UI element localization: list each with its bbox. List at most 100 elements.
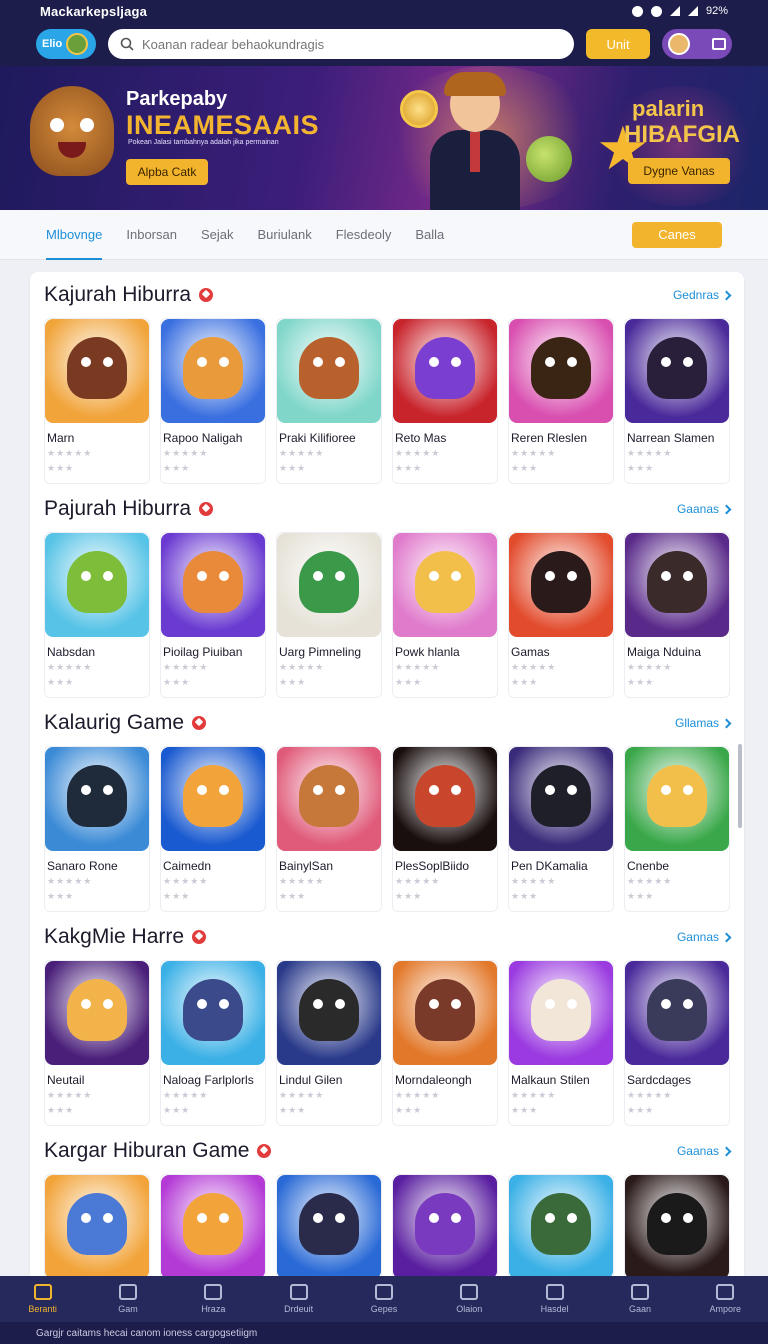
game-tile[interactable]: ★★★★★★★★ bbox=[624, 1174, 730, 1276]
game-tile[interactable]: Malkaun Stilen ★★★★★ ★★★ bbox=[508, 960, 614, 1126]
see-all-link[interactable]: Gaanas bbox=[677, 1144, 732, 1158]
game-thumbnail[interactable] bbox=[509, 1175, 613, 1276]
game-thumbnail[interactable] bbox=[625, 961, 729, 1065]
game-tile[interactable]: Lindul Gilen ★★★★★ ★★★ bbox=[276, 960, 382, 1126]
game-tile[interactable]: Caimedn ★★★★★ ★★★ bbox=[160, 746, 266, 912]
game-tile[interactable]: ★★★★★★★★ bbox=[276, 1174, 382, 1276]
app-logo[interactable]: Elio bbox=[36, 29, 96, 59]
see-all-link[interactable]: Gllamas bbox=[675, 716, 732, 730]
heart-icon bbox=[199, 288, 214, 302]
game-tile[interactable]: Nabsdan ★★★★★ ★★★ bbox=[44, 532, 150, 698]
game-thumbnail[interactable] bbox=[625, 747, 729, 851]
game-tile[interactable]: Praki Kilifioree ★★★★★ ★★★ bbox=[276, 318, 382, 484]
bottom-nav-item-7[interactable]: Hasdel bbox=[512, 1276, 597, 1322]
see-all-link[interactable]: Gaanas bbox=[677, 502, 732, 516]
game-tile[interactable]: ★★★★★★★★ bbox=[160, 1174, 266, 1276]
game-thumbnail[interactable] bbox=[393, 961, 497, 1065]
game-thumbnail[interactable] bbox=[509, 747, 613, 851]
bottom-nav-item-6[interactable]: Olaion bbox=[427, 1276, 512, 1322]
game-character-image bbox=[67, 551, 127, 613]
tab-3[interactable]: Sejak bbox=[201, 210, 234, 260]
rating-stars-secondary: ★★★ bbox=[163, 891, 191, 901]
game-thumbnail[interactable] bbox=[161, 319, 265, 423]
game-tile[interactable]: ★★★★★★★★ bbox=[508, 1174, 614, 1276]
bottom-nav-item-9[interactable]: Ampore bbox=[683, 1276, 768, 1322]
game-thumbnail[interactable] bbox=[509, 961, 613, 1065]
see-all-link[interactable]: Gednras bbox=[673, 288, 732, 302]
game-tile[interactable]: Pioilag Piuiban ★★★★★ ★★★ bbox=[160, 532, 266, 698]
game-thumbnail[interactable] bbox=[393, 747, 497, 851]
game-tile[interactable]: Uarg Pimneling ★★★★★ ★★★ bbox=[276, 532, 382, 698]
game-tile[interactable]: Cnenbe ★★★★★ ★★★ bbox=[624, 746, 730, 912]
promo-banner[interactable]: Parkepaby INEAMESAAIS Pokean Jalasi tamb… bbox=[0, 66, 768, 210]
game-tile[interactable]: Pen DKamalia ★★★★★ ★★★ bbox=[508, 746, 614, 912]
unit-button[interactable]: Unit bbox=[586, 29, 650, 59]
see-all-link[interactable]: Gannas bbox=[677, 930, 732, 944]
bottom-nav-item-4[interactable]: Drdeuit bbox=[256, 1276, 341, 1322]
game-thumbnail[interactable] bbox=[625, 533, 729, 637]
game-thumbnail[interactable] bbox=[277, 1175, 381, 1276]
game-thumbnail[interactable] bbox=[277, 961, 381, 1065]
game-thumbnail[interactable] bbox=[45, 961, 149, 1065]
search-input[interactable] bbox=[142, 36, 562, 52]
game-thumbnail[interactable] bbox=[45, 319, 149, 423]
tab-1[interactable]: Mlbovnge bbox=[46, 210, 103, 260]
game-thumbnail[interactable] bbox=[161, 1175, 265, 1276]
game-tile[interactable]: ★★★★★★★★ bbox=[392, 1174, 498, 1276]
game-tile[interactable]: Morndaleongh ★★★★★ ★★★ bbox=[392, 960, 498, 1126]
game-tile[interactable]: Reren Rleslen ★★★★★ ★★★ bbox=[508, 318, 614, 484]
search-bar[interactable] bbox=[108, 29, 574, 59]
game-thumbnail[interactable] bbox=[45, 533, 149, 637]
game-tile[interactable]: Sardcdages ★★★★★ ★★★ bbox=[624, 960, 730, 1126]
rating-stars: ★★★★★ bbox=[279, 876, 325, 886]
chevron-right-icon bbox=[721, 504, 732, 514]
bottom-nav-item-2[interactable]: Gam bbox=[85, 1276, 170, 1322]
game-thumbnail[interactable] bbox=[277, 319, 381, 423]
banner-right-button[interactable]: Dygne Vanas bbox=[628, 158, 730, 184]
bottom-nav-item-1[interactable]: Beranti bbox=[0, 1276, 85, 1322]
bottom-nav-item-5[interactable]: Gepes bbox=[341, 1276, 426, 1322]
game-tile[interactable]: Narrean Slamen ★★★★★ ★★★ bbox=[624, 318, 730, 484]
game-tile[interactable]: Maiga Nduina ★★★★★ ★★★ bbox=[624, 532, 730, 698]
tab-4[interactable]: Buriulank bbox=[258, 210, 312, 260]
game-thumbnail[interactable] bbox=[509, 533, 613, 637]
avatar[interactable] bbox=[668, 33, 690, 55]
banner-hero-image bbox=[420, 72, 530, 210]
tab-6[interactable]: Balla bbox=[415, 210, 444, 260]
game-thumbnail[interactable] bbox=[393, 319, 497, 423]
game-tile[interactable]: Rapoo Naligah ★★★★★ ★★★ bbox=[160, 318, 266, 484]
game-tile[interactable]: BainylSan ★★★★★ ★★★ bbox=[276, 746, 382, 912]
game-thumbnail[interactable] bbox=[161, 961, 265, 1065]
game-thumbnail[interactable] bbox=[161, 533, 265, 637]
game-thumbnail[interactable] bbox=[393, 533, 497, 637]
game-tile[interactable]: Naloag Farlplorls ★★★★★ ★★★ bbox=[160, 960, 266, 1126]
banner-left-button[interactable]: Alpba Catk bbox=[126, 159, 208, 185]
game-tile[interactable]: Sanaro Rone ★★★★★ ★★★ bbox=[44, 746, 150, 912]
game-tile[interactable]: Reto Mas ★★★★★ ★★★ bbox=[392, 318, 498, 484]
game-thumbnail[interactable] bbox=[625, 319, 729, 423]
game-thumbnail[interactable] bbox=[625, 1175, 729, 1276]
tabs-cta-button[interactable]: Canes bbox=[632, 221, 722, 248]
game-tile[interactable]: Gamas ★★★★★ ★★★ bbox=[508, 532, 614, 698]
game-tile[interactable]: Powk hlanla ★★★★★ ★★★ bbox=[392, 532, 498, 698]
tab-2[interactable]: Inborsan bbox=[126, 210, 177, 260]
game-tile[interactable]: ★★★★★★★★ bbox=[44, 1174, 150, 1276]
game-thumbnail[interactable] bbox=[161, 747, 265, 851]
bottom-nav-item-8[interactable]: Gaan bbox=[597, 1276, 682, 1322]
message-icon[interactable] bbox=[712, 38, 726, 50]
game-tile[interactable]: Neutail ★★★★★ ★★★ bbox=[44, 960, 150, 1126]
game-character-image bbox=[415, 979, 475, 1041]
rating-stars-secondary: ★★★ bbox=[279, 891, 307, 901]
game-tile[interactable]: PlesSoplBiido ★★★★★ ★★★ bbox=[392, 746, 498, 912]
game-thumbnail[interactable] bbox=[393, 1175, 497, 1276]
bottom-nav-item-3[interactable]: Hraza bbox=[171, 1276, 256, 1322]
game-tile[interactable]: Marn ★★★★★ ★★★ bbox=[44, 318, 150, 484]
game-thumbnail[interactable] bbox=[45, 1175, 149, 1276]
scrollbar[interactable] bbox=[738, 744, 742, 828]
game-thumbnail[interactable] bbox=[277, 533, 381, 637]
game-thumbnail[interactable] bbox=[277, 747, 381, 851]
profile-menu[interactable] bbox=[662, 29, 732, 59]
game-thumbnail[interactable] bbox=[509, 319, 613, 423]
game-thumbnail[interactable] bbox=[45, 747, 149, 851]
tab-5[interactable]: Flesdeoly bbox=[336, 210, 392, 260]
